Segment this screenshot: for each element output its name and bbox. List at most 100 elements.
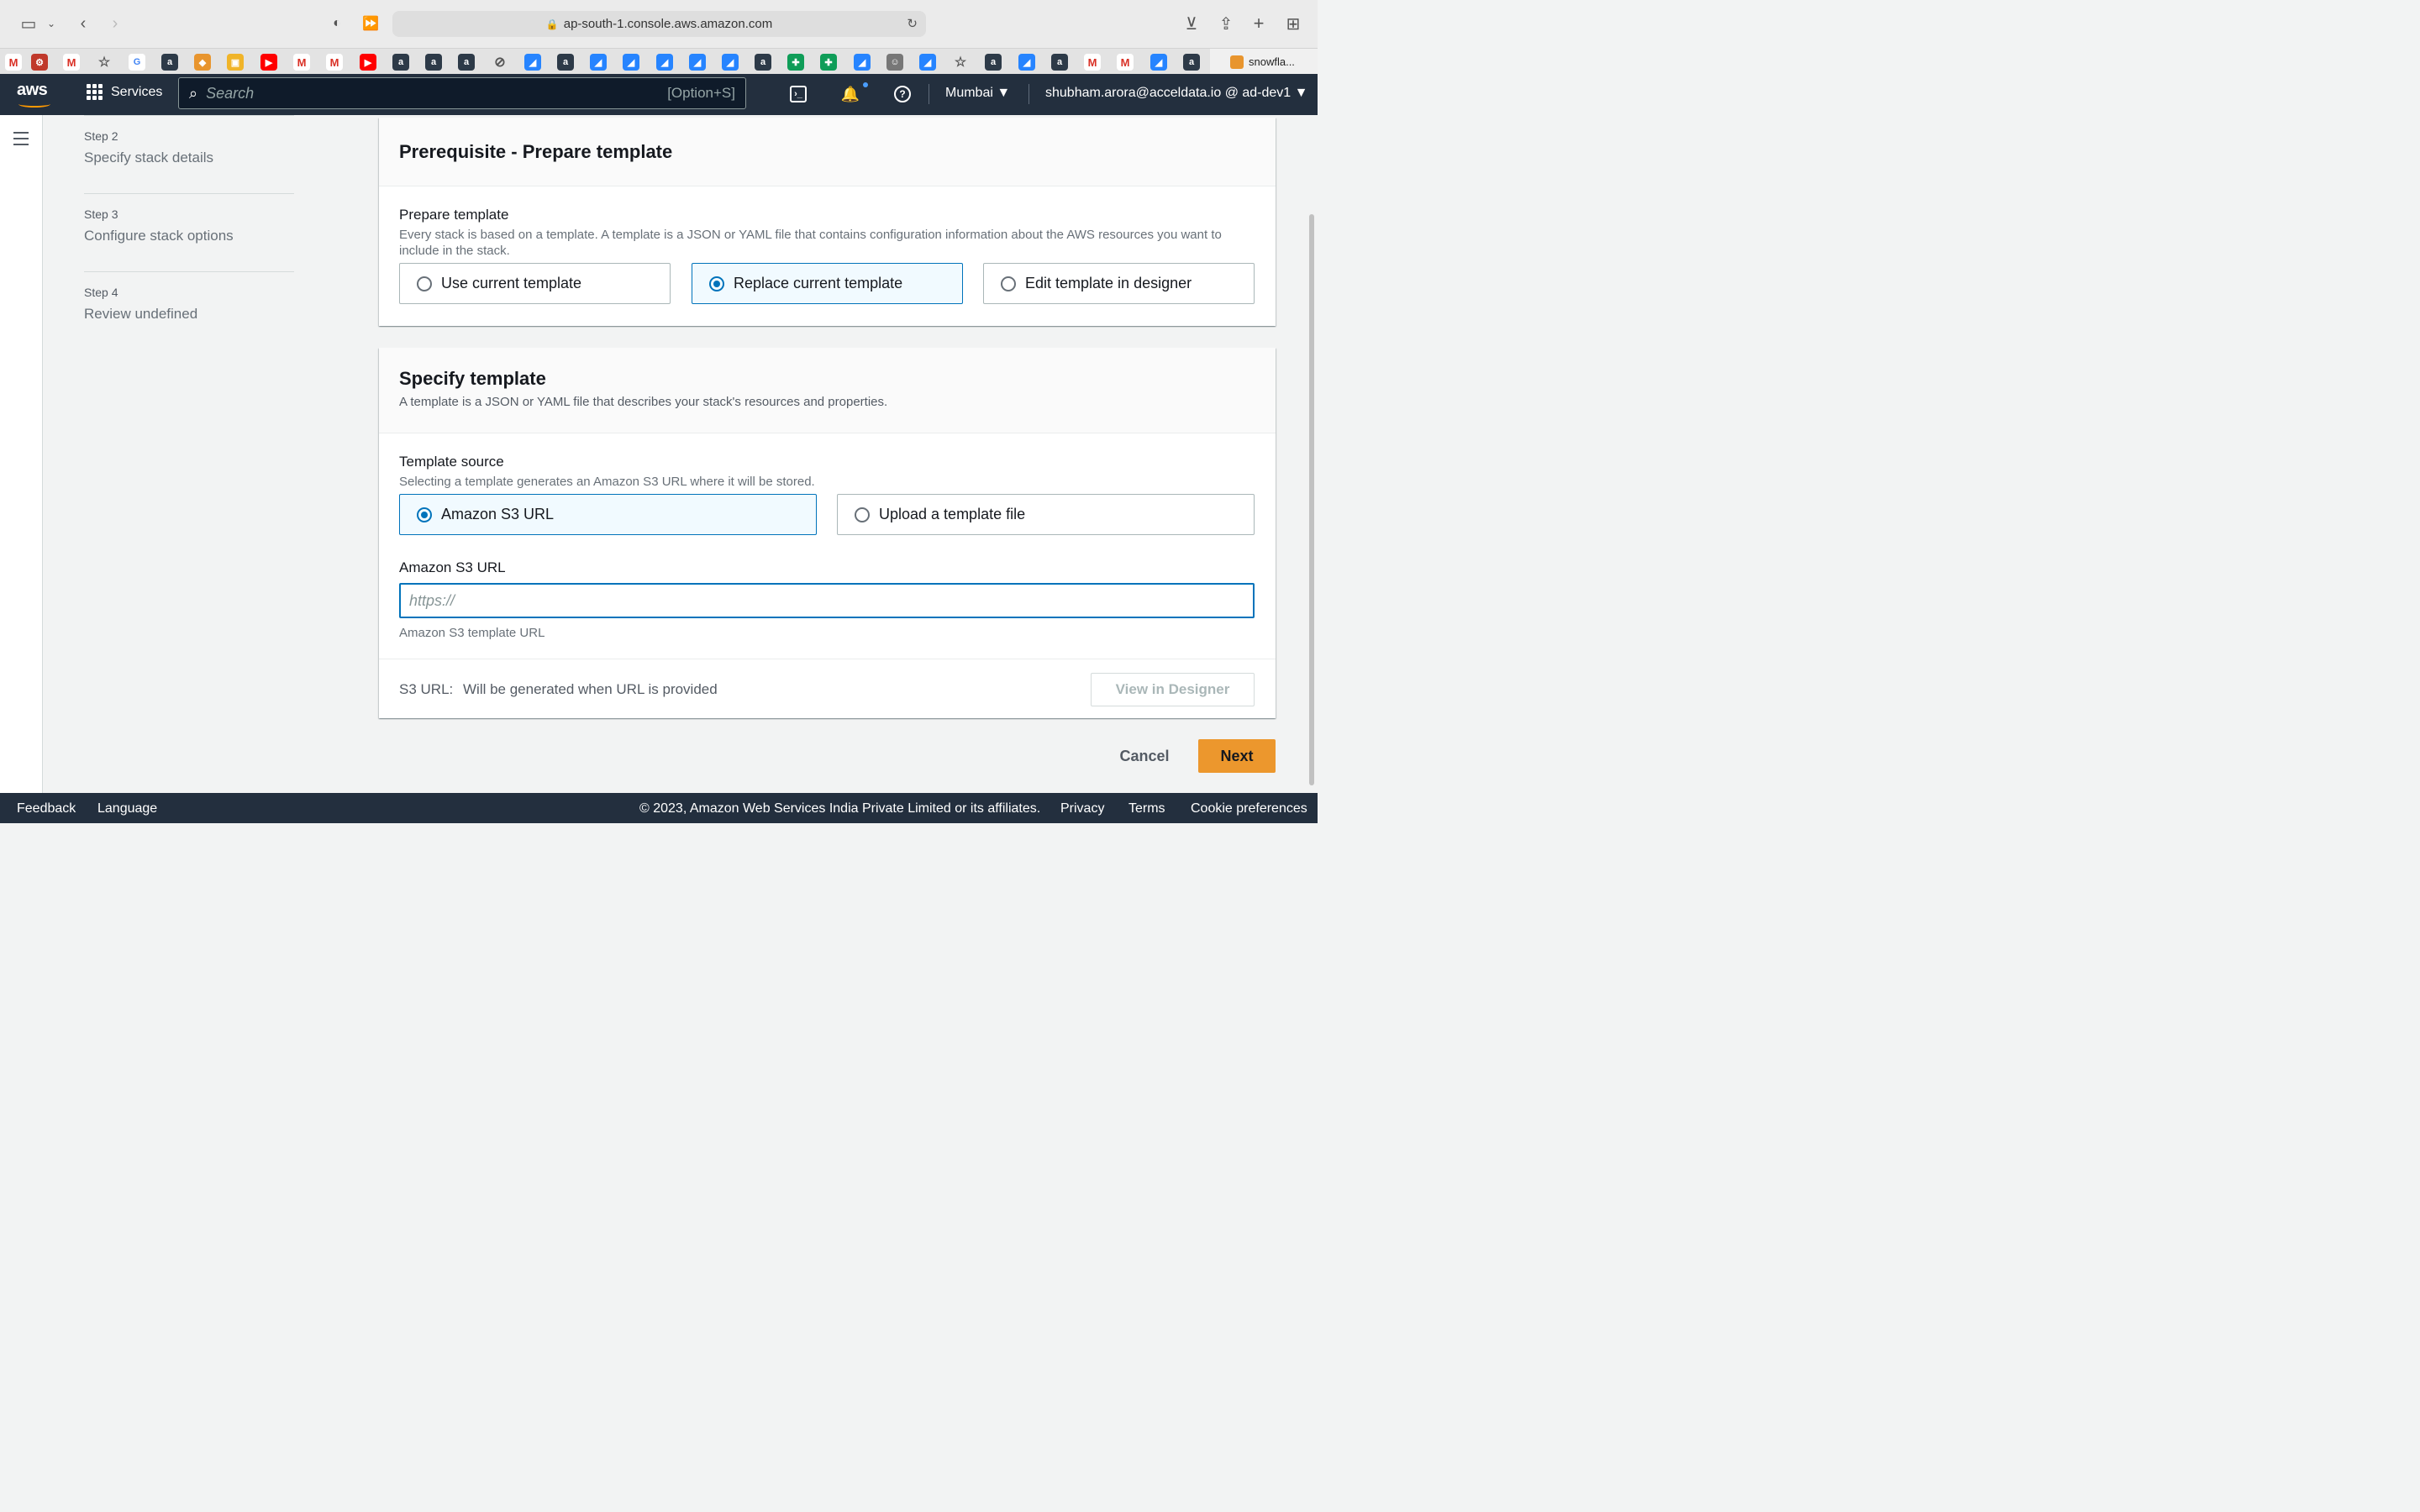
acceldata-icon[interactable]: a	[557, 54, 574, 71]
acceldata-icon[interactable]: a	[755, 54, 771, 71]
copyright-text: © 2023, Amazon Web Services India Privat…	[639, 801, 1041, 816]
bell-icon[interactable]: 🔔	[840, 84, 860, 104]
package-icon[interactable]: ▣	[227, 54, 244, 71]
google-icon[interactable]: G	[129, 54, 145, 71]
new-tab-icon[interactable]: +	[1249, 10, 1269, 37]
jira-icon[interactable]: ◢	[1150, 54, 1167, 71]
s3-url-label: Amazon S3 URL	[399, 559, 506, 575]
active-browser-tab[interactable]: snowfla...	[1210, 49, 1318, 75]
aws-icon[interactable]: ◆	[194, 54, 211, 71]
address-bar[interactable]: 🔒 ap-south-1.console.aws.amazon.com ↻	[392, 11, 926, 37]
radio-button[interactable]	[417, 276, 432, 291]
acceldata-icon[interactable]: a	[1183, 54, 1200, 71]
star-icon[interactable]: ☆	[96, 54, 113, 71]
edit-template-in-designer-option[interactable]: Edit template in designer	[983, 263, 1255, 304]
jira-icon[interactable]: ◢	[656, 54, 673, 71]
radio-button[interactable]	[1001, 276, 1016, 291]
s3-url-input[interactable]: https://	[399, 583, 1255, 618]
acceldata-icon[interactable]: a	[1051, 54, 1068, 71]
gmail-icon[interactable]: M	[5, 54, 22, 71]
radio-button[interactable]	[417, 507, 432, 522]
aws-smile-icon	[18, 101, 50, 108]
gmail-icon[interactable]: M	[326, 54, 343, 71]
language-link[interactable]: Language	[97, 801, 157, 816]
services-label: Services	[111, 84, 163, 99]
acceldata-icon[interactable]: a	[161, 54, 178, 71]
tab-overview-icon[interactable]: ⊞	[1283, 10, 1303, 37]
help-button[interactable]: ?	[892, 84, 913, 104]
shield-icon[interactable]: ◐	[328, 10, 346, 37]
scrollbar[interactable]	[1309, 214, 1314, 785]
panel-header: Prerequisite - Prepare template	[379, 118, 1276, 186]
search-shortcut: [Option+S]	[667, 85, 735, 101]
radio-button[interactable]	[709, 276, 724, 291]
jira-icon[interactable]: ◢	[689, 54, 706, 71]
feedback-link[interactable]: Feedback	[17, 801, 76, 816]
reload-icon[interactable]: ↻	[907, 16, 918, 31]
acceldata-icon[interactable]: a	[392, 54, 409, 71]
field-label: Template source	[399, 454, 504, 470]
sidebar-toggle-icon[interactable]: ▭	[18, 10, 39, 37]
replace-current-template-option[interactable]: Replace current template	[692, 263, 963, 304]
wizard-step[interactable]: Step 3 Configure stack options	[84, 193, 294, 271]
view-in-designer-button[interactable]: View in Designer	[1091, 673, 1255, 706]
download-icon[interactable]: ⊻	[1181, 10, 1202, 37]
option-label: Use current template	[441, 275, 582, 291]
acceldata-icon[interactable]: a	[458, 54, 475, 71]
aws-logo[interactable]: aws	[17, 81, 54, 108]
sheets-icon[interactable]: ✚	[820, 54, 837, 71]
account-menu[interactable]: shubham.arora@acceldata.io @ ad-dev1 ▼	[1045, 86, 1307, 101]
field-description: Selecting a template generates an Amazon…	[399, 475, 815, 489]
jira-icon[interactable]: ◢	[722, 54, 739, 71]
search-input[interactable]: ⌕ Search [Option+S]	[178, 77, 746, 109]
wizard-step[interactable]: Step 4 Review undefined	[84, 271, 294, 349]
jira-icon[interactable]: ◢	[1018, 54, 1035, 71]
aws-logo-text: aws	[17, 81, 48, 99]
chevron-down-icon[interactable]: ⌄	[45, 10, 57, 37]
acceldata-icon[interactable]: a	[425, 54, 442, 71]
gmail-icon[interactable]: M	[63, 54, 80, 71]
jira-icon[interactable]: ◢	[623, 54, 639, 71]
youtube-icon[interactable]: ▶	[360, 54, 376, 71]
star-icon[interactable]: ☆	[952, 54, 969, 71]
youtube-icon[interactable]: ▶	[260, 54, 277, 71]
share-icon[interactable]: ⇪	[1216, 10, 1236, 37]
next-button[interactable]: Next	[1198, 739, 1276, 773]
search-icon: ⌕	[189, 84, 198, 102]
services-menu-button[interactable]: Services	[87, 84, 162, 100]
upload-template-file-option[interactable]: Upload a template file	[837, 494, 1255, 535]
jira-icon[interactable]: ◢	[854, 54, 871, 71]
search-placeholder: Search	[206, 84, 255, 102]
fast-forward-icon[interactable]: ⏩	[360, 10, 381, 37]
wizard-step[interactable]: Step 2 Specify stack details	[84, 115, 294, 193]
app-icon[interactable]: ⚙	[31, 54, 48, 71]
jira-icon[interactable]: ◢	[524, 54, 541, 71]
s3-url-key: S3 URL:	[399, 681, 454, 697]
panel-title: Prerequisite - Prepare template	[399, 141, 673, 162]
region-selector[interactable]: Mumbai ▼	[945, 86, 1010, 101]
use-current-template-option[interactable]: Use current template	[399, 263, 671, 304]
jira-icon[interactable]: ◢	[590, 54, 607, 71]
cancel-button[interactable]: Cancel	[1107, 739, 1181, 773]
radio-button[interactable]	[855, 507, 870, 522]
panel-description: A template is a JSON or YAML file that d…	[399, 395, 888, 409]
amazon-s3-url-option[interactable]: Amazon S3 URL	[399, 494, 817, 535]
hamburger-icon[interactable]	[13, 132, 29, 150]
cookie-preferences-link[interactable]: Cookie preferences	[1191, 801, 1307, 816]
url-text: ap-south-1.console.aws.amazon.com	[563, 17, 773, 31]
browser-toolbar: ▭ ⌄ ‹ › ◐ ⏩ 🔒 ap-south-1.console.aws.ama…	[0, 0, 1318, 48]
s3-url-footer: S3 URL: Will be generated when URL is pr…	[379, 659, 1276, 718]
back-icon[interactable]: ‹	[74, 10, 92, 37]
field-label: Prepare template	[399, 207, 509, 223]
cloudshell-button[interactable]: ›_	[788, 84, 808, 104]
acceldata-icon[interactable]: a	[985, 54, 1002, 71]
terms-link[interactable]: Terms	[1128, 801, 1165, 816]
gmail-icon[interactable]: M	[293, 54, 310, 71]
compass-icon[interactable]: ⊘	[492, 54, 508, 71]
sheets-icon[interactable]: ✚	[787, 54, 804, 71]
gmail-icon[interactable]: M	[1084, 54, 1101, 71]
avatar-icon[interactable]: ☺	[886, 54, 903, 71]
gmail-icon[interactable]: M	[1117, 54, 1134, 71]
privacy-link[interactable]: Privacy	[1060, 801, 1104, 816]
jira-icon[interactable]: ◢	[919, 54, 936, 71]
